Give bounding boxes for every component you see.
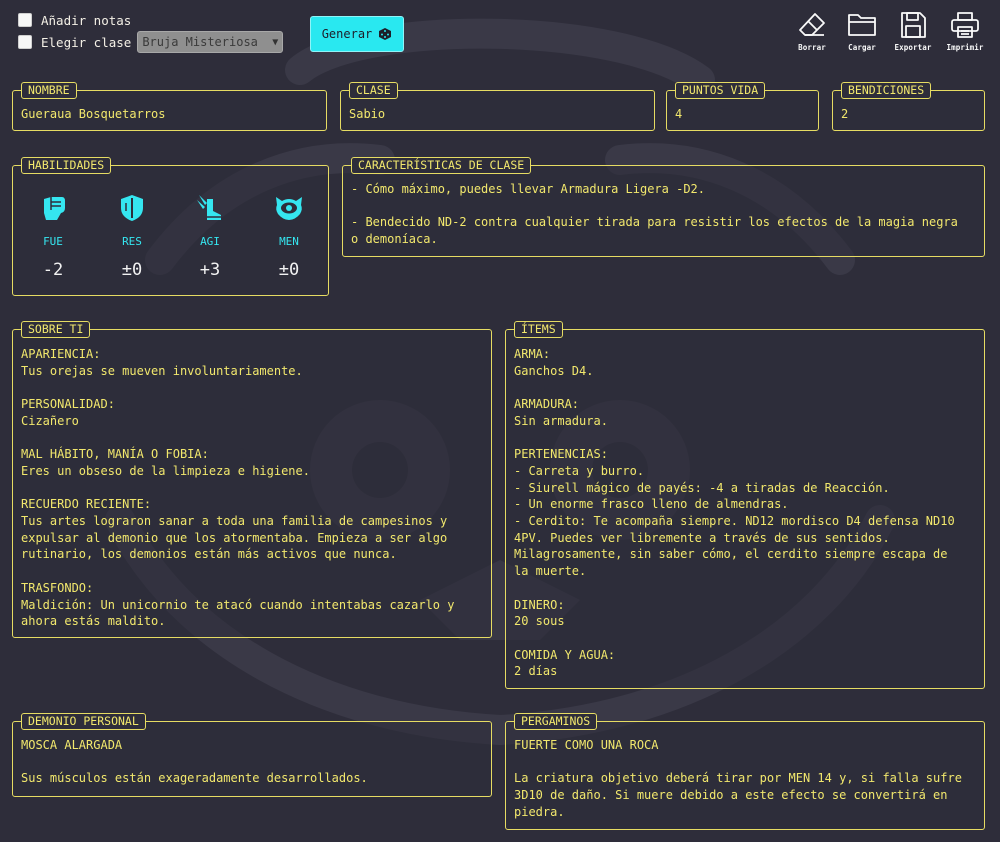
items-text[interactable]: ARMA: Ganchos D4. ARMADURA: Sin armadura… (514, 346, 976, 680)
nombre-field[interactable]: NOMBRE Gueraua Bosquetarros (12, 82, 327, 131)
print-button[interactable]: Imprimir (943, 11, 987, 52)
sobre-ti-legend: SOBRE TI (21, 321, 91, 338)
demonio-legend: DEMONIO PERSONAL (21, 713, 146, 730)
stat-men-value[interactable]: ±0 (259, 260, 319, 280)
printer-icon (951, 12, 979, 38)
caracteristicas-panel[interactable]: CARACTERÍSTICAS DE CLASE - Cómo máximo, … (342, 157, 985, 257)
stat-fue[interactable]: FUE -2 (23, 193, 83, 280)
stat-agi[interactable]: AGI +3 (180, 193, 240, 280)
pergaminos-legend: PERGAMINOS (514, 713, 598, 730)
stat-men-abbr: MEN (279, 235, 299, 248)
stat-res[interactable]: RES ±0 (102, 193, 162, 280)
floppy-icon (901, 12, 926, 38)
stat-res-abbr: RES (122, 235, 142, 248)
habilidades-legend: HABILIDADES (21, 157, 112, 174)
export-button[interactable]: Exportar (891, 11, 935, 52)
print-label: Imprimir (946, 43, 984, 52)
dice-icon (379, 28, 392, 40)
generate-button[interactable]: Generar (310, 16, 404, 52)
demonio-panel[interactable]: DEMONIO PERSONAL MOSCA ALARGADA Sus músc… (12, 713, 492, 797)
pergaminos-text[interactable]: FUERTE COMO UNA ROCA La criatura objetiv… (514, 737, 976, 821)
stat-fue-value[interactable]: -2 (23, 260, 83, 280)
bendiciones-field[interactable]: BENDICIONES 2 (832, 82, 985, 131)
bendiciones-legend: BENDICIONES (841, 82, 932, 99)
clase-field[interactable]: CLASE Sabio (340, 82, 655, 131)
stat-men[interactable]: MEN ±0 (259, 193, 319, 280)
habilidades-panel: HABILIDADES FUE -2 RES ±0 AGI +3 MEN ±0 (12, 157, 329, 296)
eraser-icon (799, 13, 825, 36)
chevron-down-icon: ▼ (272, 36, 279, 48)
items-legend: ÍTEMS (514, 321, 563, 338)
demonio-text[interactable]: MOSCA ALARGADA Sus músculos están exager… (21, 737, 483, 787)
sobre-ti-panel[interactable]: SOBRE TI APARIENCIA: Tus orejas se mueve… (12, 321, 492, 638)
notes-checkbox[interactable] (18, 13, 32, 27)
load-button[interactable]: Cargar (840, 11, 884, 52)
caracteristicas-text[interactable]: - Cómo máximo, puedes llevar Armadura Li… (351, 181, 976, 248)
items-panel[interactable]: ÍTEMS ARMA: Ganchos D4. ARMADURA: Sin ar… (505, 321, 985, 689)
sobre-ti-text[interactable]: APARIENCIA: Tus orejas se mueven involun… (21, 346, 483, 630)
caracteristicas-legend: CARACTERÍSTICAS DE CLASE (351, 157, 532, 174)
export-label: Exportar (894, 43, 932, 52)
nombre-value[interactable]: Gueraua Bosquetarros (21, 106, 318, 123)
stat-agi-abbr: AGI (200, 235, 220, 248)
winged-boot-icon (197, 195, 221, 220)
notes-label: Añadir notas (41, 12, 132, 28)
puntos-vida-legend: PUNTOS VIDA (675, 82, 766, 99)
class-select-value: Bruja Misteriosa (142, 35, 258, 49)
class-select[interactable]: Bruja Misteriosa ▼ (137, 31, 284, 53)
notes-toggle[interactable]: Añadir notas (18, 10, 283, 30)
stat-fue-abbr: FUE (43, 235, 63, 248)
fist-icon (44, 197, 65, 220)
puntos-vida-field[interactable]: PUNTOS VIDA 4 (666, 82, 819, 131)
erase-button[interactable]: Borrar (790, 11, 834, 52)
puntos-vida-value[interactable]: 4 (675, 106, 810, 123)
nombre-legend: NOMBRE (21, 82, 77, 99)
folder-icon (848, 14, 876, 36)
class-label: Elegir clase (41, 34, 132, 50)
stat-agi-value[interactable]: +3 (180, 260, 240, 280)
brain-eye-icon (276, 197, 302, 220)
pergaminos-panel[interactable]: PERGAMINOS FUERTE COMO UNA ROCA La criat… (505, 713, 985, 830)
class-checkbox[interactable] (18, 35, 32, 49)
stat-res-value[interactable]: ±0 (102, 260, 162, 280)
erase-label: Borrar (798, 43, 826, 52)
clase-value[interactable]: Sabio (349, 106, 646, 123)
shield-icon (121, 195, 143, 221)
bendiciones-value[interactable]: 2 (841, 106, 976, 123)
clase-legend: CLASE (349, 82, 398, 99)
load-label: Cargar (848, 43, 876, 52)
class-toggle[interactable]: Elegir clase Bruja Misteriosa ▼ (18, 31, 284, 53)
generate-label: Generar (321, 27, 373, 41)
